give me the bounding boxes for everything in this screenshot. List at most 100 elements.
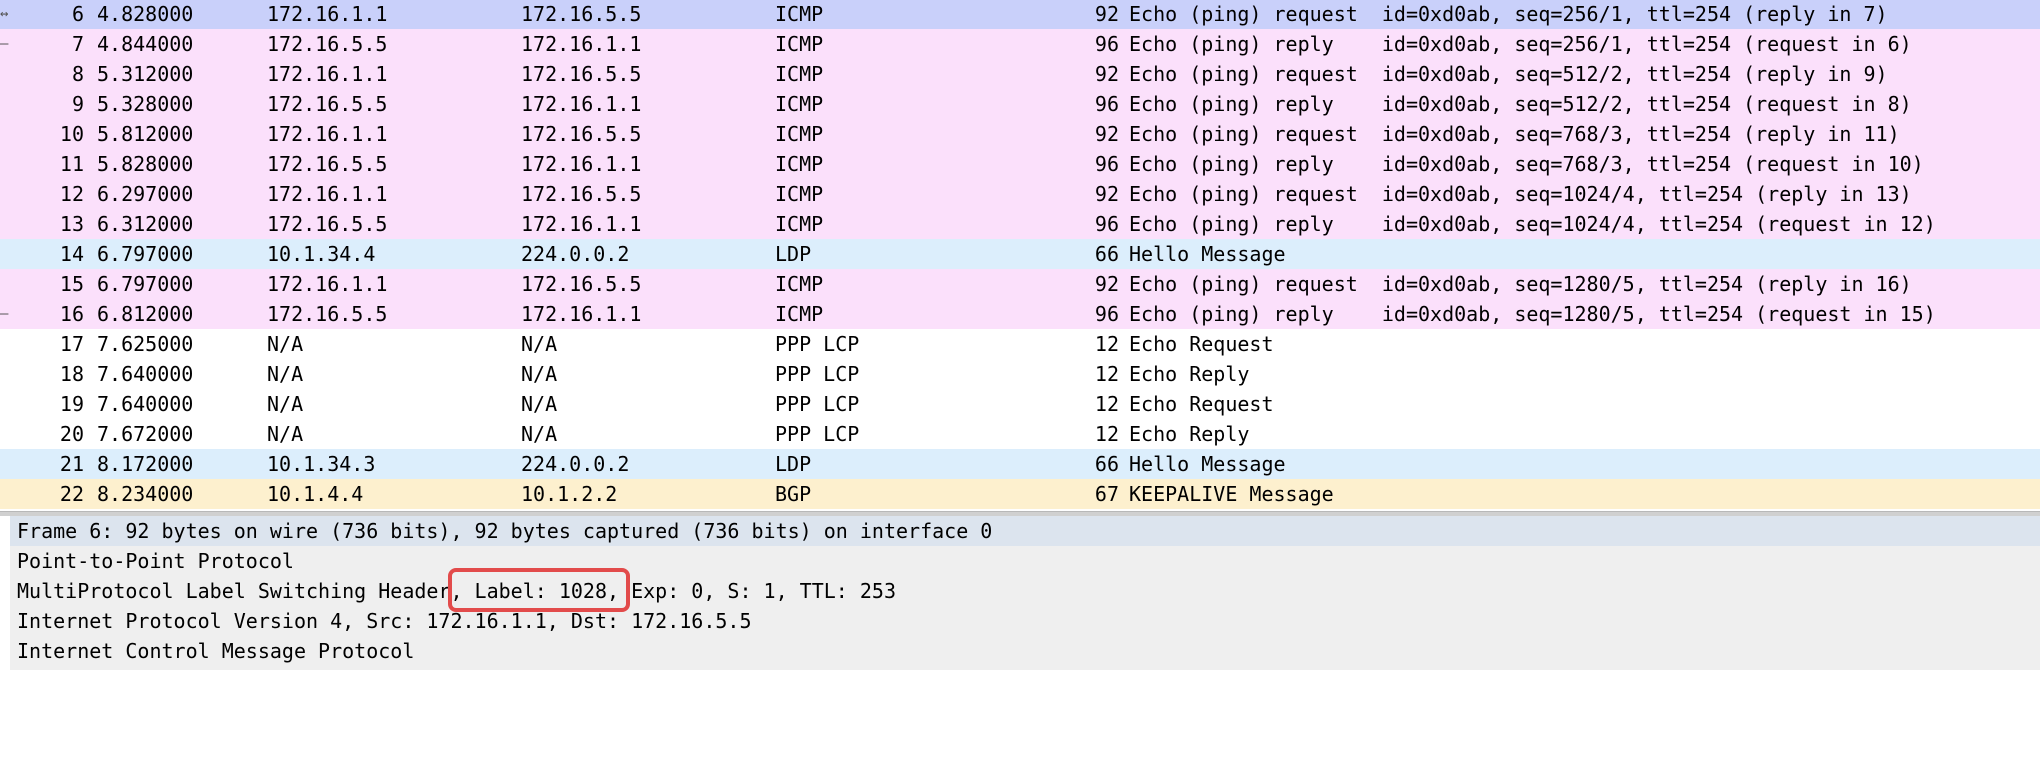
packet-time: 6.797000	[97, 272, 194, 296]
label-highlight-annotation	[448, 568, 630, 612]
packet-source: 172.16.5.5	[267, 32, 388, 56]
packet-number: 10	[59, 122, 84, 146]
packet-time: 8.172000	[97, 452, 194, 476]
packet-source: 10.1.4.4	[267, 482, 364, 506]
packet-length: 92	[1094, 272, 1119, 296]
packet-protocol: LDP	[775, 242, 812, 266]
packet-destination: 172.16.5.5	[521, 62, 642, 86]
packet-source: 172.16.1.1	[267, 272, 388, 296]
packet-number: 18	[59, 362, 84, 386]
packet-destination: 172.16.5.5	[521, 122, 642, 146]
packet-protocol: ICMP	[775, 122, 824, 146]
packet-number: 16	[59, 302, 84, 326]
packet-protocol: PPP LCP	[775, 362, 860, 386]
packet-row[interactable]: 14 6.797000 10.1.34.4 224.0.0.2 LDP 66 Hello M…	[0, 239, 2040, 269]
packet-info: Echo Request	[1129, 392, 1274, 416]
packet-destination: 10.1.2.2	[521, 482, 618, 506]
packet-info: Echo Reply	[1129, 422, 1250, 446]
packet-protocol: ICMP	[775, 272, 824, 296]
packet-length: 12	[1094, 362, 1119, 386]
packet-info: Echo (ping) request id=0xd0ab, seq=256/1…	[1129, 2, 1888, 26]
detail-tree-item[interactable]: Point-to-Point Protocol	[10, 546, 2040, 576]
packet-source: 172.16.5.5	[267, 92, 388, 116]
packet-protocol: ICMP	[775, 2, 824, 26]
packet-length: 92	[1094, 2, 1119, 26]
packet-length: 92	[1094, 122, 1119, 146]
packet-row[interactable]: 10 5.812000 172.16.1.1 172.16.5.5 ICMP 92 Echo…	[0, 119, 2040, 149]
packet-source: 172.16.1.1	[267, 2, 388, 26]
packet-row[interactable]: 8 5.312000 172.16.1.1 172.16.5.5 ICMP 92 Echo …	[0, 59, 2040, 89]
detail-tree-item[interactable]: Internet Control Message Protocol	[10, 636, 2040, 666]
packet-length: 67	[1094, 482, 1119, 506]
detail-tree-item[interactable]: MultiProtocol Label Switching Header, La…	[10, 576, 2040, 606]
packet-protocol: PPP LCP	[775, 392, 860, 416]
packet-protocol: ICMP	[775, 152, 824, 176]
packet-destination: 172.16.5.5	[521, 2, 642, 26]
packet-info: Hello Message	[1129, 452, 1286, 476]
packet-list[interactable]: ↔ 6 4.828000 172.16.1.1 172.16.5.5 ICMP 92 Echo…	[0, 0, 2040, 511]
packet-time: 7.640000	[97, 392, 194, 416]
packet-info: Echo (ping) reply id=0xd0ab, seq=1280/5,…	[1129, 302, 1936, 326]
packet-source: 172.16.1.1	[267, 182, 388, 206]
packet-length: 96	[1094, 152, 1119, 176]
packet-row[interactable]: 17 7.625000 N/A N/A PPP LCP 12 Echo Request	[0, 329, 2040, 359]
packet-source: 172.16.5.5	[267, 152, 388, 176]
packet-destination: 224.0.0.2	[521, 242, 630, 266]
packet-length: 12	[1094, 392, 1119, 416]
packet-number: 12	[59, 182, 84, 206]
packet-info: Echo (ping) reply id=0xd0ab, seq=768/3, …	[1129, 152, 1924, 176]
packet-number: 21	[59, 452, 84, 476]
detail-tree-item[interactable]: Frame 6: 92 bytes on wire (736 bits), 92…	[10, 516, 2040, 546]
packet-source: 172.16.1.1	[267, 62, 388, 86]
packet-destination: 172.16.1.1	[521, 152, 642, 176]
packet-protocol: ICMP	[775, 302, 824, 326]
packet-destination: N/A	[521, 332, 558, 356]
packet-time: 4.844000	[97, 32, 194, 56]
packet-row[interactable]: 21 8.172000 10.1.34.3 224.0.0.2 LDP 66 Hello M…	[0, 449, 2040, 479]
packet-number: 14	[59, 242, 84, 266]
packet-info: Echo (ping) request id=0xd0ab, seq=768/3…	[1129, 122, 1900, 146]
packet-info: Echo (ping) reply id=0xd0ab, seq=256/1, …	[1129, 32, 1912, 56]
packet-row[interactable]: 20 7.672000 N/A N/A PPP LCP 12 Echo Reply	[0, 419, 2040, 449]
packet-row[interactable]: 15 6.797000 172.16.1.1 172.16.5.5 ICMP 92 Echo…	[0, 269, 2040, 299]
packet-row[interactable]: 9 5.328000 172.16.5.5 172.16.1.1 ICMP 96 Echo …	[0, 89, 2040, 119]
packet-source: 172.16.5.5	[267, 212, 388, 236]
packet-destination: 172.16.5.5	[521, 182, 642, 206]
packet-protocol: ICMP	[775, 62, 824, 86]
packet-number: 22	[59, 482, 84, 506]
packet-info: Echo (ping) reply id=0xd0ab, seq=1024/4,…	[1129, 212, 1936, 236]
packet-source: 10.1.34.4	[267, 242, 376, 266]
packet-row[interactable]: ↔ 6 4.828000 172.16.1.1 172.16.5.5 ICMP 92 Echo…	[0, 0, 2040, 29]
packet-time: 6.312000	[97, 212, 194, 236]
packet-details-pane[interactable]: Frame 6: 92 bytes on wire (736 bits), 92…	[10, 516, 2040, 670]
packet-row[interactable]: –16 6.812000 172.16.5.5 172.16.1.1 ICMP 96 Ech…	[0, 299, 2040, 329]
packet-info: Echo Request	[1129, 332, 1274, 356]
packet-row[interactable]: 12 6.297000 172.16.1.1 172.16.5.5 ICMP 92 Echo…	[0, 179, 2040, 209]
packet-number: 19	[59, 392, 84, 416]
packet-source: N/A	[267, 332, 304, 356]
packet-length: 66	[1094, 452, 1119, 476]
packet-destination: N/A	[521, 392, 558, 416]
packet-source: N/A	[267, 362, 304, 386]
packet-destination: 172.16.1.1	[521, 212, 642, 236]
packet-length: 92	[1094, 62, 1119, 86]
packet-row[interactable]: 11 5.828000 172.16.5.5 172.16.1.1 ICMP 96 Echo…	[0, 149, 2040, 179]
packet-protocol: PPP LCP	[775, 422, 860, 446]
packet-time: 6.297000	[97, 182, 194, 206]
packet-row[interactable]: 18 7.640000 N/A N/A PPP LCP 12 Echo Reply	[0, 359, 2040, 389]
detail-tree-item[interactable]: Internet Protocol Version 4, Src: 172.16…	[10, 606, 2040, 636]
packet-row[interactable]: –7 4.844000 172.16.5.5 172.16.1.1 ICMP 96 Echo…	[0, 29, 2040, 59]
packet-info: Echo (ping) request id=0xd0ab, seq=1280/…	[1129, 272, 1912, 296]
packet-destination: 172.16.1.1	[521, 32, 642, 56]
packet-time: 7.640000	[97, 362, 194, 386]
packet-row[interactable]: 19 7.640000 N/A N/A PPP LCP 12 Echo Request	[0, 389, 2040, 419]
packet-source: N/A	[267, 392, 304, 416]
packet-length: 12	[1094, 422, 1119, 446]
packet-row[interactable]: 13 6.312000 172.16.5.5 172.16.1.1 ICMP 96 Echo…	[0, 209, 2040, 239]
packet-source: N/A	[267, 422, 304, 446]
packet-length: 96	[1094, 92, 1119, 116]
packet-time: 8.234000	[97, 482, 194, 506]
packet-destination: 172.16.1.1	[521, 92, 642, 116]
packet-number: 20	[59, 422, 84, 446]
packet-row[interactable]: 22 8.234000 10.1.4.4 10.1.2.2 BGP 67 KEEPALIVE…	[0, 479, 2040, 509]
